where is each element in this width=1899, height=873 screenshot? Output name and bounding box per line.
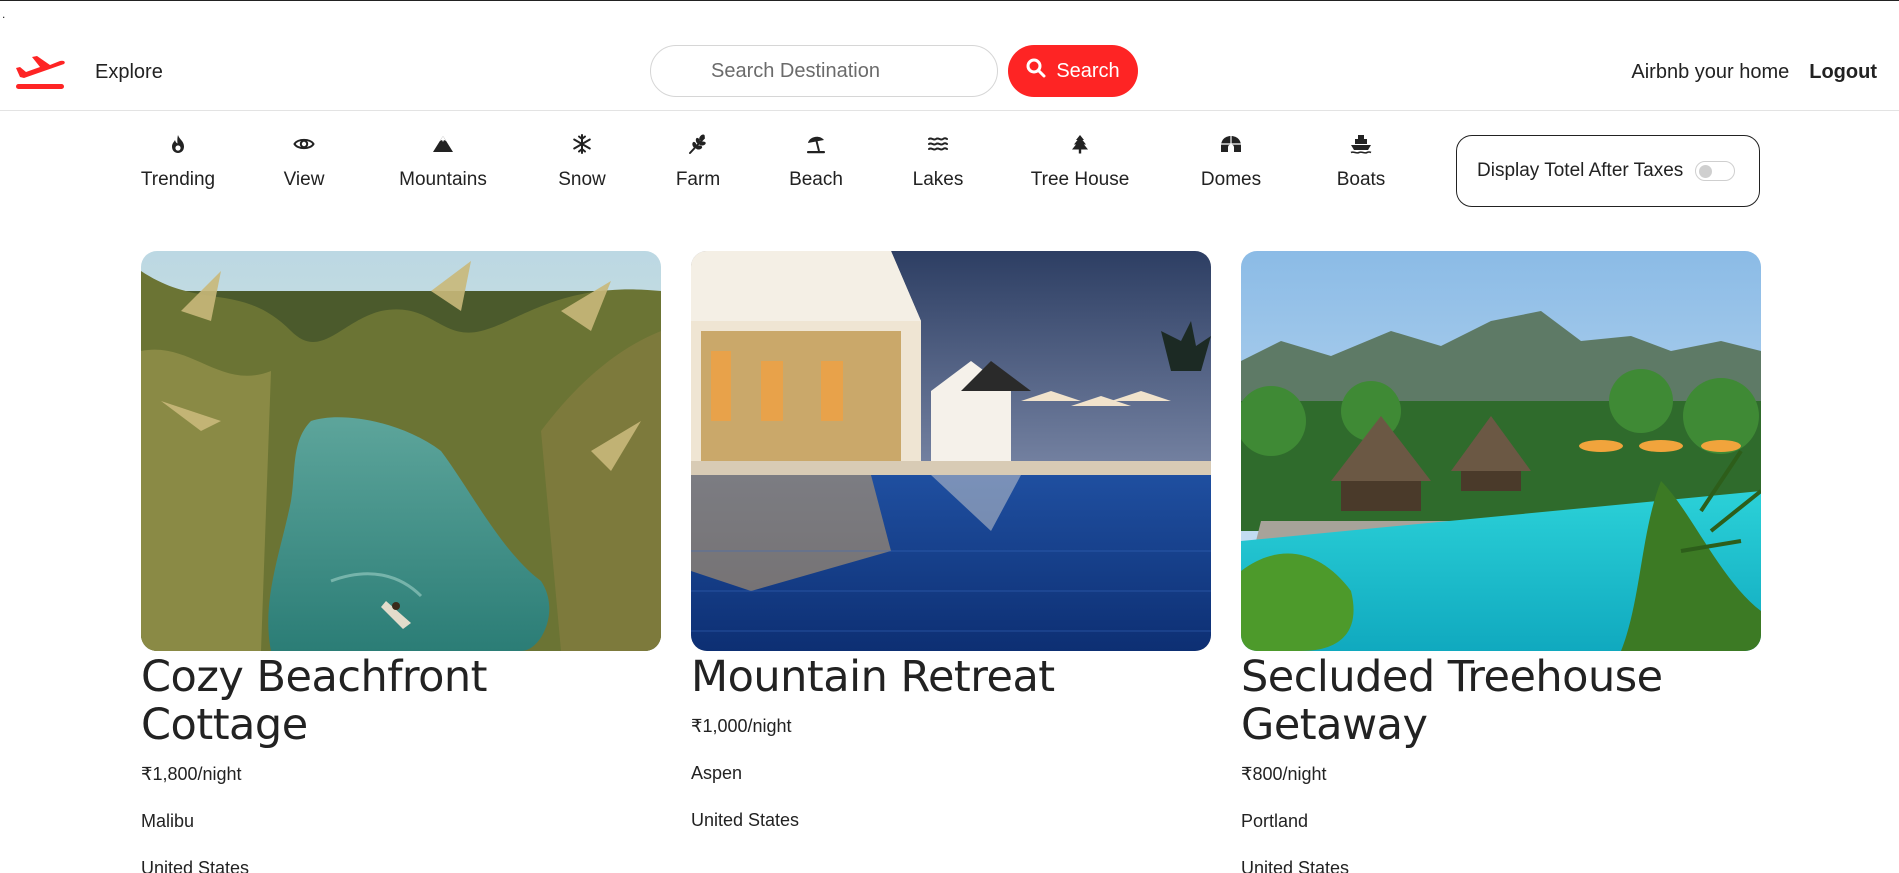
listing-card[interactable]: Secluded Treehouse Getaway ₹800/night Po…	[1241, 251, 1761, 873]
filter-label: Boats	[1336, 169, 1386, 190]
filter-beach[interactable]: Beach	[766, 133, 866, 191]
listing-price: ₹1,000/night	[691, 716, 792, 736]
search-input[interactable]	[650, 45, 998, 97]
search-icon	[1026, 58, 1046, 84]
filter-farm[interactable]: Farm	[648, 133, 748, 191]
fire-icon	[128, 133, 228, 161]
filter-tree-house[interactable]: Tree House	[1030, 133, 1130, 191]
listing-country: United States	[1241, 858, 1350, 873]
filter-label: Lakes	[912, 169, 964, 190]
listing-card[interactable]: Cozy Beachfront Cottage ₹1,800/night Mal…	[141, 251, 661, 873]
listing-title[interactable]: Cozy Beachfront Cottage	[141, 653, 661, 749]
listing-location: Malibu	[141, 811, 195, 831]
filter-label: Domes	[1200, 169, 1262, 190]
listing-image	[1241, 251, 1761, 651]
tax-toggle-switch[interactable]	[1695, 161, 1736, 181]
listing-country: United States	[691, 810, 800, 830]
filter-label: Beach	[789, 169, 843, 190]
listing-price: ₹800/night	[1241, 764, 1327, 784]
filter-boats[interactable]: Boats	[1311, 133, 1411, 191]
umbrella-beach-icon	[766, 133, 866, 161]
explore-link[interactable]: Explore	[95, 61, 163, 84]
filter-mountains[interactable]: Mountains	[393, 133, 493, 191]
filter-domes[interactable]: Domes	[1181, 133, 1281, 191]
nav-right: Airbnb your home Logout	[1631, 61, 1877, 84]
mountain-icon	[393, 133, 493, 161]
tree-icon	[1030, 133, 1130, 161]
listing-image	[691, 251, 1211, 651]
filter-label: Mountains	[399, 169, 487, 190]
listing-card[interactable]: Mountain Retreat ₹1,000/night Aspen Unit…	[691, 251, 1211, 831]
listing-location: Portland	[1241, 811, 1309, 831]
search-button-label: Search	[1056, 59, 1120, 82]
listing-image	[141, 251, 661, 651]
search-button[interactable]: Search	[1008, 45, 1138, 97]
snowflake-icon	[532, 133, 632, 161]
logout-link[interactable]: Logout	[1809, 61, 1877, 84]
listing-location: Aspen	[691, 763, 743, 783]
listing-title[interactable]: Mountain Retreat	[691, 653, 1211, 701]
plane-icon[interactable]	[14, 53, 66, 91]
filter-snow[interactable]: Snow	[532, 133, 632, 191]
listing-price: ₹1,800/night	[141, 764, 242, 784]
tax-toggle[interactable]: Display Totel After Taxes	[1456, 135, 1760, 207]
toggle-knob	[1699, 165, 1713, 178]
filter-label: Snow	[558, 169, 606, 190]
filter-view[interactable]: View	[254, 133, 354, 191]
tax-toggle-label: Display Totel After Taxes	[1477, 160, 1684, 181]
filter-label: Farm	[675, 169, 721, 190]
filter-label: View	[283, 169, 325, 190]
water-icon	[888, 133, 988, 161]
igloo-icon	[1181, 133, 1281, 161]
wheat-icon	[648, 133, 748, 161]
filter-label: Trending	[140, 169, 216, 190]
ship-icon	[1311, 133, 1411, 161]
eye-icon	[254, 133, 354, 161]
filter-label: Tree House	[1030, 169, 1130, 190]
search-form: Search	[650, 45, 1138, 97]
filter-lakes[interactable]: Lakes	[888, 133, 988, 191]
navbar: Explore Search Airbnb your home Logout	[0, 1, 1899, 111]
listing-country: United States	[141, 858, 250, 873]
filter-trending[interactable]: Trending	[128, 133, 228, 191]
listing-title[interactable]: Secluded Treehouse Getaway	[1241, 653, 1761, 749]
host-link[interactable]: Airbnb your home	[1631, 61, 1789, 84]
